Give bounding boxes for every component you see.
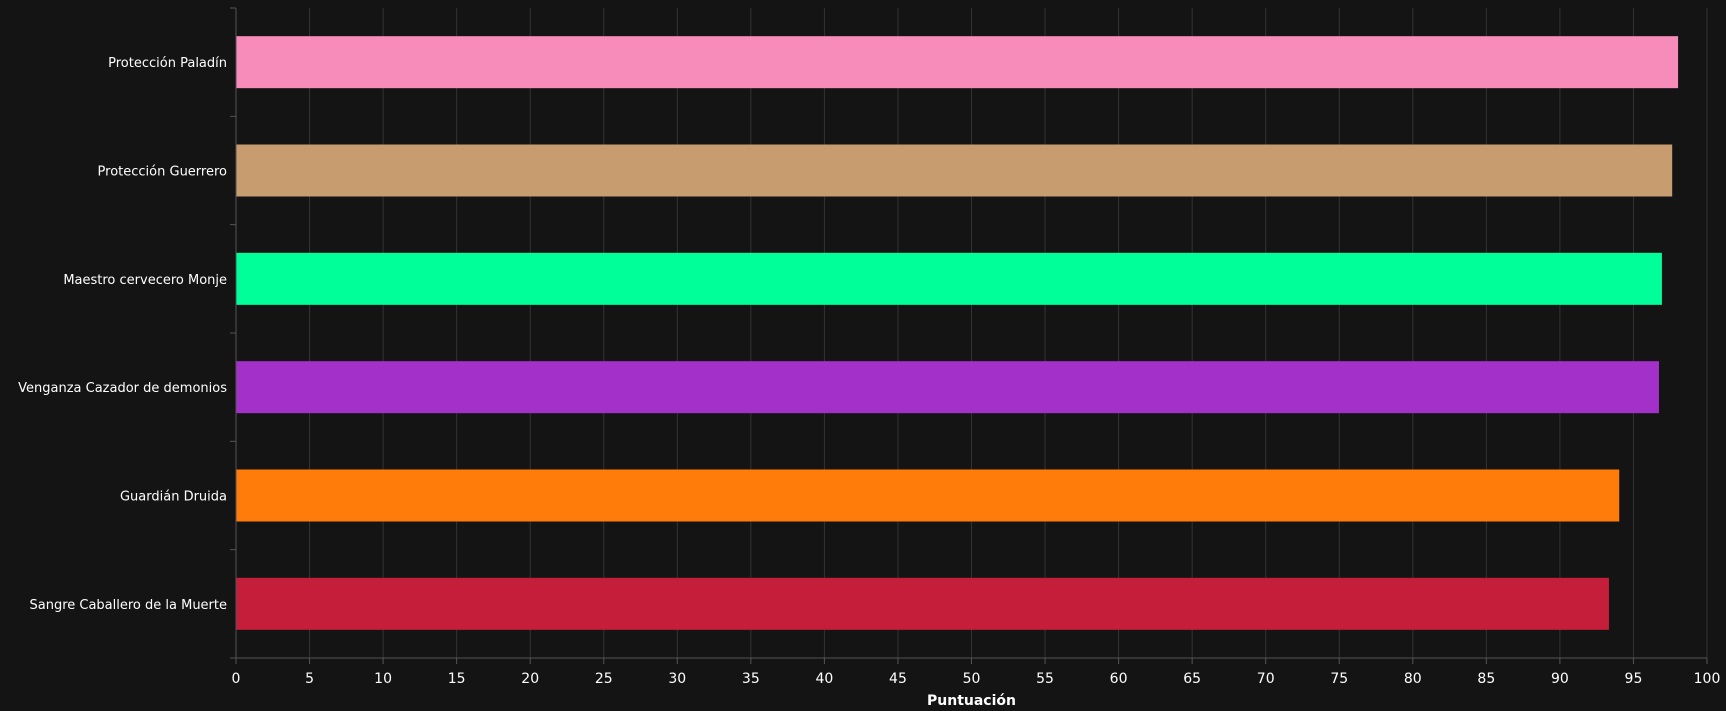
x-tick-label: 80 — [1404, 671, 1422, 687]
x-tick-label: 20 — [521, 671, 539, 687]
x-tick-label: 55 — [1036, 671, 1054, 687]
y-tick-label: Venganza Cazador de demonios — [18, 381, 227, 396]
x-tick-label: 35 — [742, 671, 760, 687]
bar[interactable] — [236, 577, 1609, 630]
x-tick-label: 75 — [1330, 671, 1348, 687]
y-tick-label: Protección Guerrero — [98, 165, 227, 180]
bars — [236, 36, 1679, 630]
x-tick-label: 45 — [889, 671, 907, 687]
bar[interactable] — [236, 252, 1662, 305]
x-tick-label: 85 — [1477, 671, 1495, 687]
x-tick-label: 90 — [1551, 671, 1569, 687]
y-tick-label: Sangre Caballero de la Muerte — [29, 598, 227, 613]
x-tick-label: 5 — [305, 671, 314, 687]
bar[interactable] — [236, 144, 1673, 197]
x-tick-label: 10 — [374, 671, 392, 687]
x-tick-label: 70 — [1257, 671, 1275, 687]
y-tick-label: Guardián Druida — [120, 490, 227, 505]
bar[interactable] — [236, 36, 1679, 89]
x-tick-label: 0 — [232, 671, 241, 687]
x-tick-label: 50 — [963, 671, 981, 687]
x-tick-label: 30 — [668, 671, 686, 687]
bar[interactable] — [236, 361, 1659, 414]
x-tick-label: 60 — [1110, 671, 1128, 687]
x-tick-label: 15 — [448, 671, 466, 687]
x-tick-label: 25 — [595, 671, 613, 687]
chart-container: 0 5 10 15 20 25 30 35 40 45 50 55 60 65 70 75 80 85 90 95 10… — [0, 0, 1726, 711]
y-tick-label: Protección Paladín — [108, 56, 227, 71]
x-axis-title: Puntuación — [927, 693, 1016, 709]
y-tick-label: Maestro cervecero Monje — [63, 273, 227, 288]
x-tick-label: 40 — [815, 671, 833, 687]
x-tick-label: 65 — [1183, 671, 1201, 687]
gridlines — [309, 8, 1708, 658]
bar-chart: 0 5 10 15 20 25 30 35 40 45 50 55 60 65 70 75 80 85 90 95 10… — [18, 7, 1721, 709]
bar[interactable] — [236, 469, 1620, 522]
x-tick-label: 100 — [1694, 671, 1721, 687]
x-tick-label: 95 — [1625, 671, 1643, 687]
axes — [230, 7, 1708, 664]
